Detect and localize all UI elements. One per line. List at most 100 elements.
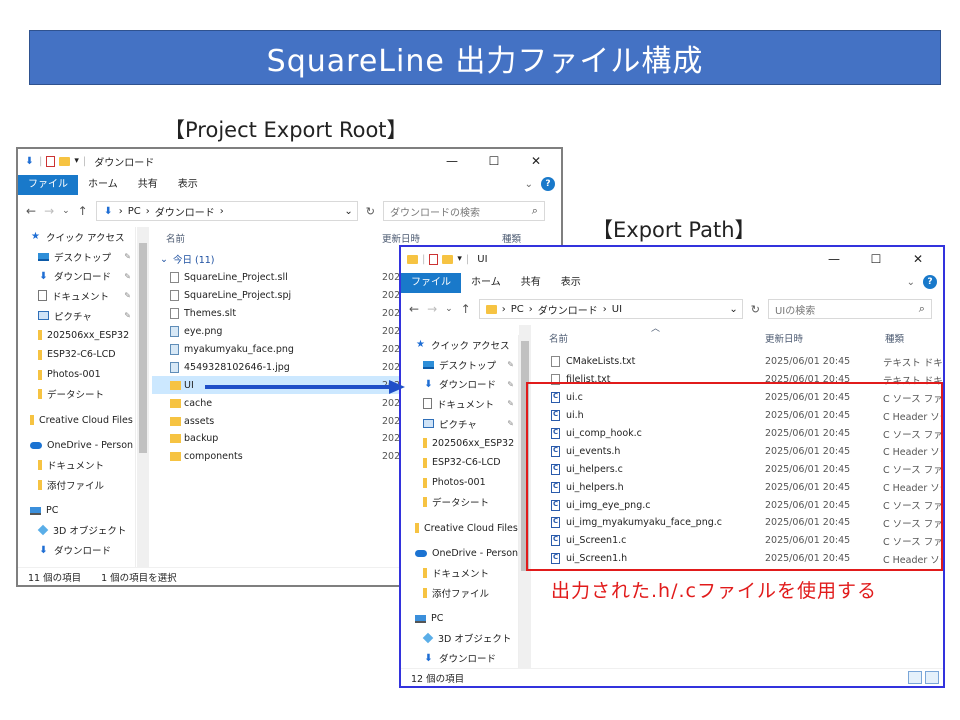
scrollbar-thumb[interactable] bbox=[139, 243, 147, 453]
search-input[interactable]: UIの検索 ⌕ bbox=[767, 299, 932, 319]
tab-share[interactable]: 共有 bbox=[511, 273, 551, 293]
nav-item-label: OneDrive - Person bbox=[432, 548, 519, 560]
breadcrumb-pc[interactable]: PC bbox=[128, 206, 141, 217]
nav-item[interactable]: 202506xx_ESP32 bbox=[423, 433, 518, 453]
tab-home[interactable]: ホーム bbox=[461, 273, 511, 293]
nav-item[interactable]: ドキュメント ✎ bbox=[38, 286, 135, 306]
refresh-icon[interactable]: ↻ bbox=[751, 303, 760, 316]
nav-item[interactable]: 添付ファイル bbox=[38, 475, 135, 495]
help-icon[interactable]: ? bbox=[923, 275, 937, 289]
nav-item[interactable]: データシート bbox=[423, 493, 518, 513]
breadcrumb-downloads[interactable]: ダウンロード bbox=[538, 302, 598, 317]
nav-item[interactable]: Photos-001 bbox=[38, 365, 135, 385]
nav-item[interactable]: Photos-001 bbox=[423, 473, 518, 493]
forward-arrow-icon[interactable]: → bbox=[427, 302, 437, 316]
back-arrow-icon[interactable]: ← bbox=[26, 204, 36, 218]
minimize-button[interactable]: — bbox=[813, 247, 855, 271]
nav-item[interactable]: ⬇ ダウンロード bbox=[423, 648, 518, 668]
nav-item[interactable]: ⬇ ダウンロード bbox=[38, 540, 135, 560]
forward-arrow-icon[interactable]: → bbox=[44, 204, 54, 218]
nav-item[interactable]: 3D オブジェクト bbox=[37, 521, 135, 541]
column-header-name[interactable]: 名前 bbox=[166, 231, 185, 245]
nav-item[interactable]: ESP32-C6-LCD bbox=[423, 453, 518, 473]
properties-icon[interactable] bbox=[429, 253, 439, 265]
tab-file[interactable]: ファイル bbox=[401, 273, 461, 293]
up-arrow-icon[interactable]: ↑ bbox=[461, 302, 471, 316]
breadcrumb-separator: › bbox=[528, 303, 533, 315]
tab-file[interactable]: ファイル bbox=[18, 175, 78, 195]
nav-item-label: ESP32-C6-LCD bbox=[432, 457, 501, 469]
sort-chevron-icon: ︿ bbox=[651, 325, 661, 334]
breadcrumb-separator: › bbox=[118, 205, 123, 217]
nav-item[interactable]: ESP32-C6-LCD bbox=[38, 345, 135, 365]
address-bar[interactable]: › PC › ダウンロード › UI ⌄ bbox=[478, 299, 743, 319]
help-icon[interactable]: ? bbox=[541, 177, 555, 191]
window-controls: — ☐ ✕ bbox=[813, 247, 939, 271]
new-folder-icon[interactable] bbox=[59, 156, 71, 166]
recent-dropdown-icon[interactable]: ⌄ bbox=[445, 304, 453, 314]
column-header-type[interactable]: 種類 bbox=[502, 231, 521, 245]
nav-item[interactable]: ⬇ ダウンロード ✎ bbox=[38, 266, 135, 286]
tab-view[interactable]: 表示 bbox=[551, 273, 591, 293]
nav-item[interactable]: OneDrive - Person bbox=[415, 544, 518, 564]
column-header-date[interactable]: 更新日時 bbox=[382, 231, 420, 245]
address-dropdown-icon[interactable]: ⌄ bbox=[729, 304, 741, 315]
nav-item[interactable]: ⬇ ダウンロード ✎ bbox=[423, 374, 518, 394]
expand-ribbon-icon[interactable]: ⌄ bbox=[525, 179, 533, 190]
file-type: テキスト ドキュメ bbox=[883, 357, 943, 369]
close-button[interactable]: ✕ bbox=[897, 247, 939, 271]
tab-home[interactable]: ホーム bbox=[78, 175, 128, 195]
address-dropdown-icon[interactable]: ⌄ bbox=[344, 206, 356, 217]
file-date: 202 bbox=[382, 361, 401, 373]
nav-item[interactable]: ドキュメント bbox=[38, 456, 135, 476]
nav-item[interactable]: ピクチャ ✎ bbox=[423, 414, 518, 434]
properties-icon[interactable] bbox=[46, 155, 56, 167]
recent-dropdown-icon[interactable]: ⌄ bbox=[62, 206, 70, 216]
3d-objects-icon bbox=[37, 525, 49, 536]
refresh-icon[interactable]: ↻ bbox=[366, 205, 375, 218]
up-arrow-icon[interactable]: ↑ bbox=[78, 204, 88, 218]
file-date: 202 bbox=[382, 290, 401, 302]
nav-item[interactable]: ピクチャ ✎ bbox=[38, 306, 135, 326]
nav-item[interactable]: PC bbox=[415, 609, 518, 629]
maximize-button[interactable]: ☐ bbox=[473, 149, 515, 173]
column-header-name[interactable]: 名前 bbox=[549, 331, 568, 345]
address-bar[interactable]: ⬇ › PC › ダウンロード › ⌄ bbox=[95, 201, 358, 221]
window-controls: — ☐ ✕ bbox=[431, 149, 557, 173]
close-button[interactable]: ✕ bbox=[515, 149, 557, 173]
file-row[interactable]: CMakeLists.txt 2025/06/01 20:45 テキスト ドキュメ bbox=[533, 353, 943, 371]
new-folder-icon[interactable] bbox=[442, 254, 454, 264]
nav-scrollbar[interactable] bbox=[137, 227, 149, 567]
tab-share[interactable]: 共有 bbox=[128, 175, 168, 195]
nav-item[interactable]: OneDrive - Person bbox=[30, 436, 135, 456]
column-header-type[interactable]: 種類 bbox=[885, 331, 904, 345]
column-header-date[interactable]: 更新日時 bbox=[765, 331, 803, 345]
nav-item[interactable]: Creative Cloud Files bbox=[30, 410, 135, 430]
nav-item[interactable]: ★ クイック アクセス bbox=[415, 335, 518, 355]
customize-qat-icon[interactable]: ▾ bbox=[74, 156, 79, 166]
breadcrumb-pc[interactable]: PC bbox=[511, 304, 524, 315]
address-row: ← → ⌄ ↑ › PC › ダウンロード › UI ⌄ ↻ UIの検索 ⌕ bbox=[401, 297, 943, 321]
tab-view[interactable]: 表示 bbox=[168, 175, 208, 195]
nav-item[interactable]: PC bbox=[30, 501, 135, 521]
nav-item[interactable]: 202506xx_ESP32 bbox=[38, 325, 135, 345]
nav-item[interactable]: ドキュメント ✎ bbox=[423, 394, 518, 414]
breadcrumb-ui[interactable]: UI bbox=[612, 304, 622, 315]
search-input[interactable]: ダウンロードの検索 ⌕ bbox=[382, 201, 545, 221]
nav-item[interactable]: 添付ファイル bbox=[423, 583, 518, 603]
breadcrumb-downloads[interactable]: ダウンロード bbox=[155, 204, 215, 219]
nav-item[interactable]: Creative Cloud Files bbox=[415, 518, 518, 538]
customize-qat-icon[interactable]: ▾ bbox=[457, 254, 462, 264]
nav-item[interactable]: データシート bbox=[38, 385, 135, 405]
nav-item[interactable]: デスクトップ ✎ bbox=[423, 355, 518, 375]
minimize-button[interactable]: — bbox=[431, 149, 473, 173]
nav-item[interactable]: 3D オブジェクト bbox=[422, 629, 518, 649]
nav-item[interactable]: ドキュメント bbox=[423, 564, 518, 584]
expand-ribbon-icon[interactable]: ⌄ bbox=[907, 277, 915, 288]
nav-item[interactable]: デスクトップ ✎ bbox=[38, 247, 135, 267]
large-icons-view-icon[interactable] bbox=[925, 671, 939, 684]
nav-item[interactable]: ★ クイック アクセス bbox=[30, 227, 135, 247]
details-view-icon[interactable] bbox=[908, 671, 922, 684]
maximize-button[interactable]: ☐ bbox=[855, 247, 897, 271]
back-arrow-icon[interactable]: ← bbox=[409, 302, 419, 316]
